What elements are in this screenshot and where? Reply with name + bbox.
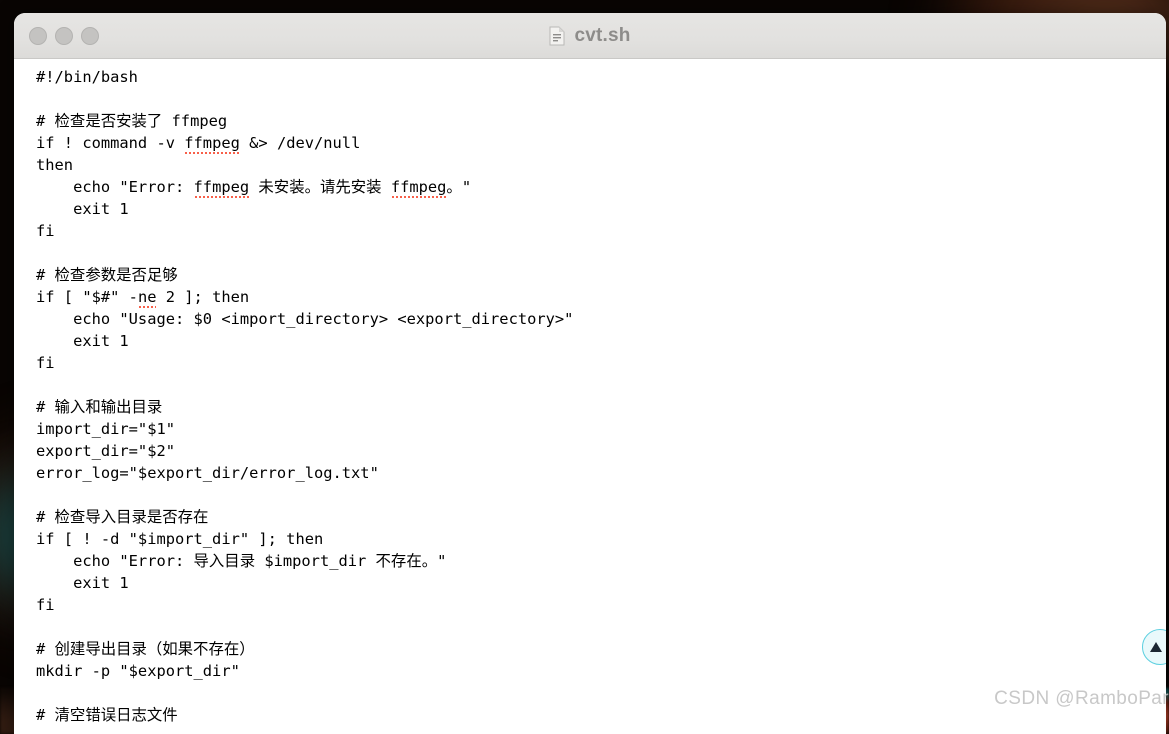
code-line: exit 1 [36,330,1166,352]
code-line: #!/bin/bash [36,66,1166,88]
code-line: export_dir="$2" [36,440,1166,462]
code-text: echo "Error: [36,178,194,196]
document-icon [549,26,565,46]
code-line: echo "Error: 导入目录 $import_dir 不存在。" [36,550,1166,572]
code-text: error_log="$export_dir/error_log.txt" [36,464,379,482]
code-line: import_dir="$1" [36,418,1166,440]
code-line: echo "Error: ffmpeg 未安装。请先安装 ffmpeg。" [36,176,1166,199]
code-text: # 检查是否安装了 ffmpeg [36,112,228,130]
window-titlebar[interactable]: cvt.sh [14,13,1166,59]
code-text: echo "Error: 导入目录 $import_dir 不存在。" [36,552,447,570]
minimize-button[interactable] [55,26,73,45]
code-line: if ! command -v ffmpeg &> /dev/null [36,132,1166,155]
code-text: exit 1 [36,200,129,218]
code-line: exit 1 [36,198,1166,220]
code-line: # 创建导出目录（如果不存在） [36,638,1166,660]
code-text: 未安装。请先安装 [249,178,391,196]
triangle-up-icon [1150,642,1162,652]
window-controls [29,13,99,58]
code-line: exit 1 [36,572,1166,594]
code-text: if ! command -v [36,134,185,152]
spellcheck-misspelled-word: ffmpeg [184,134,240,155]
code-text: mkdir -p "$export_dir" [36,662,240,680]
code-text: exit 1 [36,332,129,350]
code-line: if [ "$#" -ne 2 ]; then [36,286,1166,309]
code-editor-area[interactable]: #!/bin/bash # 检查是否安装了 ffmpeg if ! command… [14,59,1166,734]
code-text: if [ "$#" - [36,288,138,306]
code-text: fi [36,222,55,240]
code-text: 2 ]; then [156,288,250,306]
code-line: error_log="$export_dir/error_log.txt" [36,462,1166,484]
code-listing[interactable]: #!/bin/bash # 检查是否安装了 ffmpeg if ! command… [36,66,1166,726]
window-title-group: cvt.sh [14,13,1166,58]
code-text: if [ ! -d "$import_dir" ]; then [36,530,324,548]
code-line: # 输入和输出目录 [36,396,1166,418]
code-line: # 检查导入目录是否存在 [36,506,1166,528]
code-text: #!/bin/bash [36,68,138,86]
window-title-text: cvt.sh [574,24,631,46]
code-text: # 创建导出目录（如果不存在） [36,640,255,658]
code-text: 。" [446,178,472,196]
code-text: fi [36,354,55,372]
text-editor-window: cvt.sh #!/bin/bash # 检查是否安装了 ffmpeg if ! … [14,13,1166,734]
close-button[interactable] [29,26,47,45]
code-line: mkdir -p "$export_dir" [36,660,1166,682]
code-text: import_dir="$1" [36,420,175,438]
code-line: then [36,154,1166,176]
code-line: fi [36,220,1166,242]
code-text: exit 1 [36,574,129,592]
code-text: export_dir="$2" [36,442,175,460]
spellcheck-misspelled-word: ne [137,288,157,309]
code-text: # 清空错误日志文件 [36,706,178,724]
code-text: # 检查参数是否足够 [36,266,178,284]
code-line: echo "Usage: $0 <import_directory> <expo… [36,308,1166,330]
code-text: # 输入和输出目录 [36,398,163,416]
code-line: fi [36,594,1166,616]
code-text: &> /dev/null [239,134,361,152]
code-text: then [36,156,74,174]
code-text: fi [36,596,55,614]
code-text: echo "Usage: $0 <import_directory> <expo… [36,310,574,328]
spellcheck-misspelled-word: ffmpeg [390,178,447,199]
code-text: # 检查导入目录是否存在 [36,508,209,526]
spellcheck-misspelled-word: ffmpeg [193,178,250,199]
code-line: # 检查参数是否足够 [36,264,1166,286]
zoom-button[interactable] [81,26,99,45]
code-line: # 检查是否安装了 ffmpeg [36,110,1166,132]
code-line: # 清空错误日志文件 [36,704,1166,726]
code-line: fi [36,352,1166,374]
code-line: if [ ! -d "$import_dir" ]; then [36,528,1166,550]
